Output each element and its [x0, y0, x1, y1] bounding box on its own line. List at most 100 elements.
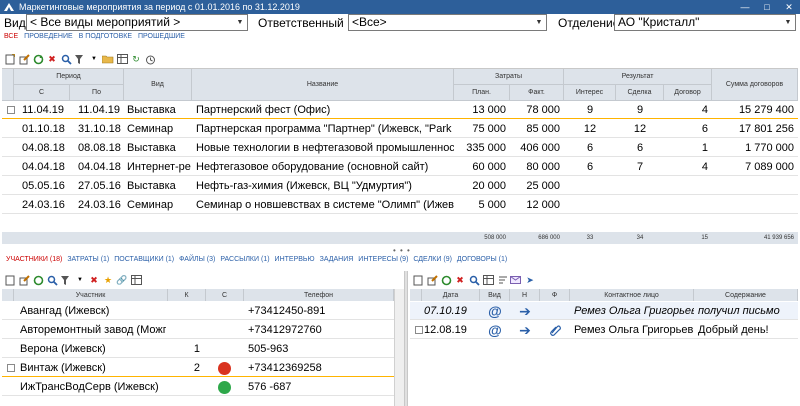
- participant-name: Авторемонтный завод (Можга): [20, 324, 166, 336]
- splitter-handle[interactable]: • • •: [393, 246, 411, 255]
- to-date-header[interactable]: По: [70, 85, 124, 101]
- fact-header[interactable]: Факт.: [510, 85, 564, 101]
- edit-icon[interactable]: [18, 53, 30, 65]
- table-row[interactable]: 01.10.18 31.10.18 Семинар Партнерская пр…: [2, 120, 798, 138]
- folder-icon[interactable]: [102, 53, 114, 65]
- k-header[interactable]: К: [168, 289, 206, 301]
- row-checkbox[interactable]: [415, 326, 423, 334]
- table-row[interactable]: 24.03.16 24.03.16 Семинар Семинар о новш…: [2, 196, 798, 214]
- file-header[interactable]: Ф: [540, 289, 570, 301]
- chevron-down-icon[interactable]: ▼: [781, 15, 795, 30]
- cycle-icon[interactable]: ↻: [130, 53, 142, 65]
- table-row[interactable]: 04.08.18 08.08.18 Выставка Новые техноло…: [2, 139, 798, 157]
- new-document-icon[interactable]: [4, 274, 16, 286]
- date-header[interactable]: Дата: [422, 289, 480, 301]
- list-item[interactable]: Винтаж (Ижевск) 2 +73412369258: [2, 359, 394, 377]
- search-icon[interactable]: [60, 53, 72, 65]
- tab-suppliers[interactable]: Поставщики (1): [114, 256, 174, 266]
- minimize-icon[interactable]: —: [734, 0, 756, 14]
- sum-cell: 7 089 000: [745, 161, 794, 173]
- delete-icon[interactable]: ✖: [454, 274, 466, 286]
- delete-icon[interactable]: ✖: [88, 274, 100, 286]
- table-row[interactable]: 11.04.19 11.04.19 Выставка Партнерский ф…: [2, 101, 798, 119]
- tab-contracts[interactable]: Договоры (1): [457, 256, 507, 266]
- tab-in-progress[interactable]: Проведение: [24, 33, 73, 43]
- tab-costs[interactable]: Затраты (1): [67, 256, 109, 266]
- refresh-icon[interactable]: [32, 53, 44, 65]
- c-header[interactable]: С: [206, 289, 244, 301]
- list-item[interactable]: 12.08.19 @ ➔ Ремез Ольга Григорьевна Доб…: [410, 321, 798, 339]
- fact-cell: 80 000: [526, 161, 560, 173]
- contracts-sum-header[interactable]: Сумма договоров: [712, 69, 798, 101]
- contract-header[interactable]: Договор: [664, 85, 712, 101]
- chevron-down-icon[interactable]: ▼: [74, 274, 86, 286]
- new-document-icon[interactable]: [4, 53, 16, 65]
- alarm-clock-icon[interactable]: [144, 53, 156, 65]
- table-view-icon[interactable]: [482, 274, 494, 286]
- deal-header[interactable]: Сделка: [616, 85, 664, 101]
- tab-files[interactable]: Файлы (3): [179, 256, 215, 266]
- contact-type-header[interactable]: Вид: [480, 289, 510, 301]
- tab-participants[interactable]: Участники (18): [6, 256, 62, 266]
- row-checkbox[interactable]: [7, 106, 15, 114]
- responsible-filter-select[interactable]: <Все> ▼: [348, 14, 547, 31]
- chevron-down-icon[interactable]: ▼: [532, 15, 546, 30]
- department-filter-select[interactable]: АО "Кристалл" ▼: [614, 14, 796, 31]
- search-icon[interactable]: [468, 274, 480, 286]
- direction-header[interactable]: Н: [510, 289, 540, 301]
- row-checkbox[interactable]: [7, 364, 15, 372]
- table-row[interactable]: 05.05.16 27.05.16 Выставка Нефть-газ-хим…: [2, 177, 798, 195]
- tab-interests[interactable]: Интересы (9): [358, 256, 408, 266]
- contact-person-header[interactable]: Контактное лицо: [570, 289, 694, 301]
- table-view-icon[interactable]: [130, 274, 142, 286]
- chevron-down-icon[interactable]: ▼: [233, 15, 247, 30]
- tab-deals[interactable]: Сделки (9): [413, 256, 452, 266]
- link-icon[interactable]: 🔗: [116, 274, 128, 286]
- filter-icon[interactable]: [60, 274, 72, 286]
- filter-icon[interactable]: [74, 53, 86, 65]
- list-item[interactable]: 07.10.19 @ ➔ Ремез Ольга Григорьевна пол…: [410, 302, 798, 320]
- new-document-icon[interactable]: [412, 274, 424, 286]
- tab-mailings[interactable]: Рассылки (1): [220, 256, 269, 266]
- refresh-icon[interactable]: [440, 274, 452, 286]
- maximize-icon[interactable]: □: [756, 0, 778, 14]
- sort-icon[interactable]: [496, 274, 508, 286]
- send-icon[interactable]: ➤: [524, 274, 536, 286]
- star-icon[interactable]: ★: [102, 274, 114, 286]
- panel-splitter[interactable]: [404, 271, 408, 406]
- interest-header[interactable]: Интерес: [564, 85, 616, 101]
- tab-all[interactable]: Все: [4, 33, 18, 43]
- participants-scrollbar[interactable]: [394, 289, 404, 406]
- contract-cell: 1: [701, 142, 708, 154]
- window-title: Маркетинговые мероприятия за период с 01…: [19, 2, 300, 12]
- edit-icon[interactable]: [426, 274, 438, 286]
- content-header[interactable]: Содержание: [694, 289, 798, 301]
- list-item[interactable]: ИжТрансВодСерв (Ижевск) 576 -687: [2, 378, 394, 396]
- list-item[interactable]: Верона (Ижевск) 1 505-963: [2, 340, 394, 358]
- tab-interview[interactable]: Интервью: [275, 256, 315, 266]
- close-icon[interactable]: ✕: [778, 0, 800, 14]
- type-cell: Семинар: [127, 199, 174, 211]
- mail-list-icon[interactable]: [510, 274, 522, 286]
- table-view-icon[interactable]: [116, 53, 128, 65]
- search-icon[interactable]: [46, 274, 58, 286]
- type-filter-select[interactable]: < Все виды мероприятий > ▼: [26, 14, 248, 31]
- name-header[interactable]: Название: [192, 69, 454, 101]
- tab-past[interactable]: Прошедшие: [138, 33, 185, 43]
- plan-header[interactable]: План.: [454, 85, 510, 101]
- tab-in-preparation[interactable]: В подготовке: [79, 33, 132, 43]
- participant-header[interactable]: Участник: [14, 289, 168, 301]
- tab-tasks[interactable]: Задания: [320, 256, 354, 266]
- delete-icon[interactable]: ✖: [46, 53, 58, 65]
- type-header[interactable]: Вид: [124, 69, 192, 101]
- phone-header[interactable]: Телефон: [244, 289, 394, 301]
- table-row[interactable]: 04.04.18 04.04.18 Интернет-ре Нефтегазов…: [2, 158, 798, 176]
- window-titlebar: Маркетинговые мероприятия за период с 01…: [0, 0, 800, 14]
- refresh-icon[interactable]: [32, 274, 44, 286]
- list-item[interactable]: Авторемонтный завод (Можга) +73412972760: [2, 321, 394, 339]
- paperclip-icon[interactable]: [540, 321, 570, 339]
- from-date-header[interactable]: С: [14, 85, 70, 101]
- chevron-down-icon[interactable]: ▼: [88, 53, 100, 65]
- edit-icon[interactable]: [18, 274, 30, 286]
- list-item[interactable]: Авангад (Ижевск) +73412450-891: [2, 302, 394, 320]
